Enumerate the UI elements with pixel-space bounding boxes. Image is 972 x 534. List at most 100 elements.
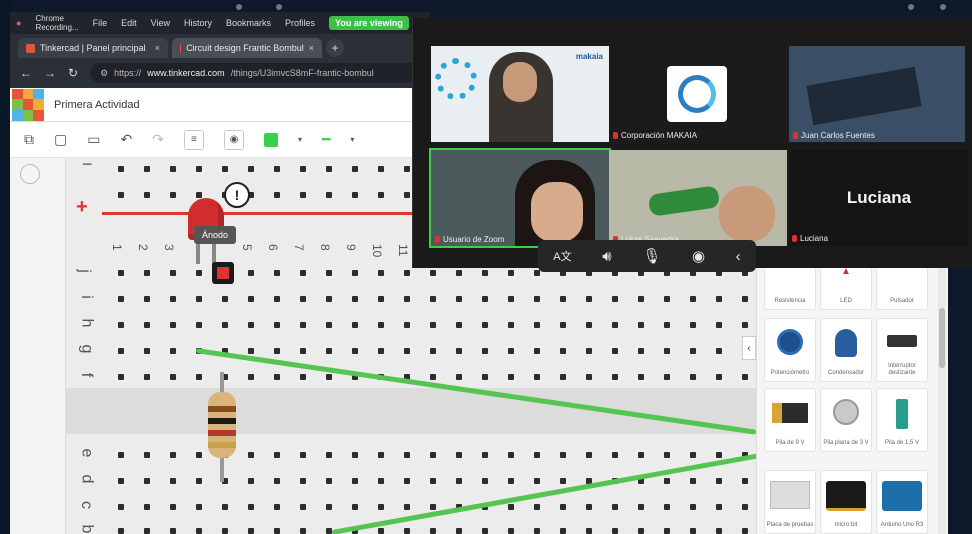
copy-icon[interactable]: ⧉: [24, 131, 34, 148]
mic-muted-icon: [793, 132, 798, 139]
participant-name: Federico: [435, 131, 466, 140]
project-title[interactable]: Primera Actividad: [54, 99, 140, 111]
part-microbit[interactable]: micro:bit: [820, 470, 872, 534]
screen-share-badge[interactable]: You are viewing: [329, 16, 409, 30]
mic-muted-icon: [792, 235, 797, 242]
part-resistor[interactable]: Resistencia: [764, 268, 816, 310]
chevron-left-icon[interactable]: ‹: [736, 248, 741, 265]
screen: ● Chrome Recording... File Edit View His…: [0, 0, 972, 534]
url-path: /things/U3imvcS8mF-frantic-bombul: [230, 68, 374, 78]
part-pushbutton[interactable]: Pulsador: [876, 268, 928, 310]
notes-icon[interactable]: ≡: [183, 129, 204, 150]
menu-edit[interactable]: Edit: [121, 18, 137, 28]
new-tab-button[interactable]: +: [326, 39, 344, 57]
bezel-marker: [908, 4, 914, 10]
broadcast-icon[interactable]: ◉: [692, 247, 705, 265]
participant-face: [531, 182, 583, 242]
redo-icon[interactable]: ↷: [152, 131, 164, 148]
participant-name-tile[interactable]: Luciana: [790, 150, 968, 246]
column-number: 11: [396, 244, 410, 257]
part-breadboard[interactable]: Placa de pruebas: [764, 470, 816, 534]
menu-profiles[interactable]: Profiles: [285, 18, 315, 28]
menu-bookmarks[interactable]: Bookmarks: [226, 18, 271, 28]
menu-bar: ● Chrome Recording... File Edit View His…: [10, 12, 430, 34]
potentiometer-icon: [777, 329, 803, 355]
bezel-marker: [940, 4, 946, 10]
resistor[interactable]: [208, 392, 236, 458]
part-label: Potenciómetro: [770, 370, 810, 376]
zoom-to-fit-icon[interactable]: [20, 164, 40, 184]
makaia-swirl-icon: [435, 58, 477, 100]
collapse-panel-button[interactable]: ‹: [742, 336, 756, 360]
url-input[interactable]: ⚙ https:// www.tinkercad.com/things/U3imv…: [90, 63, 430, 83]
participant-tile[interactable]: Juan Carlos Fuentes: [789, 46, 965, 142]
participant-tile[interactable]: makaia Federico: [431, 46, 609, 142]
participant-tile[interactable]: Lukas Saavedra: [609, 150, 787, 246]
menu-history[interactable]: History: [184, 18, 212, 28]
undo-icon[interactable]: ↶: [120, 131, 132, 148]
resistor-band: [208, 406, 236, 412]
scroll-thumb[interactable]: [939, 308, 945, 368]
participant-name: Corporación MAKAIA: [613, 131, 697, 140]
zoom-control-bar: A文 🔊︎ 🎙︎ ◉ ‹: [538, 240, 756, 272]
part-arduino[interactable]: Arduino Uno R3: [876, 470, 928, 534]
part-led[interactable]: ▲ LED: [820, 266, 872, 310]
row-label-h: h: [78, 318, 96, 328]
chevron-down-icon[interactable]: ▾: [350, 135, 354, 144]
part-coin-battery[interactable]: Pila plana de 3 V: [820, 388, 872, 452]
microphone-icon[interactable]: 🎙︎: [642, 247, 661, 265]
participant-tile[interactable]: Usuario de Zoom: [429, 148, 611, 248]
recording-label: Recording...: [35, 23, 79, 32]
site-info-icon[interactable]: ⚙: [100, 68, 108, 79]
part-slide-switch[interactable]: Interruptor deslizante: [876, 318, 928, 382]
rail-minus-label: −: [82, 154, 93, 174]
participant-name-label: Luciana: [800, 234, 829, 243]
close-icon[interactable]: ×: [309, 43, 314, 53]
back-icon[interactable]: ←: [20, 66, 32, 80]
participant-name: Juan Carlos Fuentes: [793, 131, 875, 140]
participant-name: Usuario de Zoom: [435, 235, 504, 244]
translate-icon[interactable]: A文: [553, 248, 571, 264]
close-icon[interactable]: ×: [155, 43, 160, 53]
column-number: 3: [162, 244, 176, 251]
parts-scrollbar[interactable]: [938, 268, 946, 534]
tab-circuit-design[interactable]: Circuit design Frantic Bombul ×: [172, 38, 322, 58]
wire-color-swatch[interactable]: [263, 132, 278, 147]
resistor-leg: [220, 372, 224, 394]
capacitor-icon: [835, 329, 857, 357]
chevron-down-icon[interactable]: ▾: [298, 135, 302, 144]
tab-tinkercad-panel[interactable]: Tinkercad | Panel principal ×: [18, 38, 168, 58]
part-potentiometer[interactable]: Potenciómetro: [764, 318, 816, 382]
part-label: Placa de pruebas: [766, 522, 814, 528]
part-label: micro:bit: [834, 522, 858, 528]
row-label-j: j: [75, 269, 93, 273]
paste-icon[interactable]: ▢: [54, 131, 67, 148]
makaia-logo: [667, 66, 727, 122]
delete-icon[interactable]: ▭: [87, 131, 100, 148]
mic-muted-icon: [435, 236, 440, 243]
battery-9v-icon: [772, 403, 808, 423]
terminal-highlight[interactable]: [212, 262, 234, 284]
mic-muted-icon: [613, 132, 618, 139]
part-battery-9v[interactable]: Pila de 9 V: [764, 388, 816, 452]
forward-icon[interactable]: →: [44, 66, 56, 80]
part-capacitor[interactable]: Condensador: [820, 318, 872, 382]
participant-tile[interactable]: Corporación MAKAIA: [609, 46, 787, 142]
tab-strip: Tinkercad | Panel principal × Circuit de…: [10, 34, 430, 58]
power-rail-line: [102, 212, 412, 215]
menu-file[interactable]: File: [93, 18, 108, 28]
visibility-icon[interactable]: ◉: [223, 129, 244, 150]
participant-name: Luciana: [792, 234, 828, 243]
reload-icon[interactable]: ↻: [68, 66, 78, 80]
wire-type-icon[interactable]: ━: [322, 131, 330, 148]
part-label: Arduino Uno R3: [880, 522, 924, 528]
warning-icon[interactable]: !: [224, 182, 250, 208]
recording-indicator[interactable]: Chrome Recording...: [35, 14, 78, 32]
part-battery-aa[interactable]: Pila de 1,5 V: [876, 388, 928, 452]
menu-view[interactable]: View: [151, 18, 170, 28]
part-label: Pila plana de 3 V: [823, 440, 869, 446]
tinkercad-logo[interactable]: [12, 88, 44, 121]
speaker-icon[interactable]: 🔊︎: [602, 248, 611, 265]
part-label: Pulsador: [890, 298, 914, 304]
row-label-b: b: [78, 524, 96, 534]
